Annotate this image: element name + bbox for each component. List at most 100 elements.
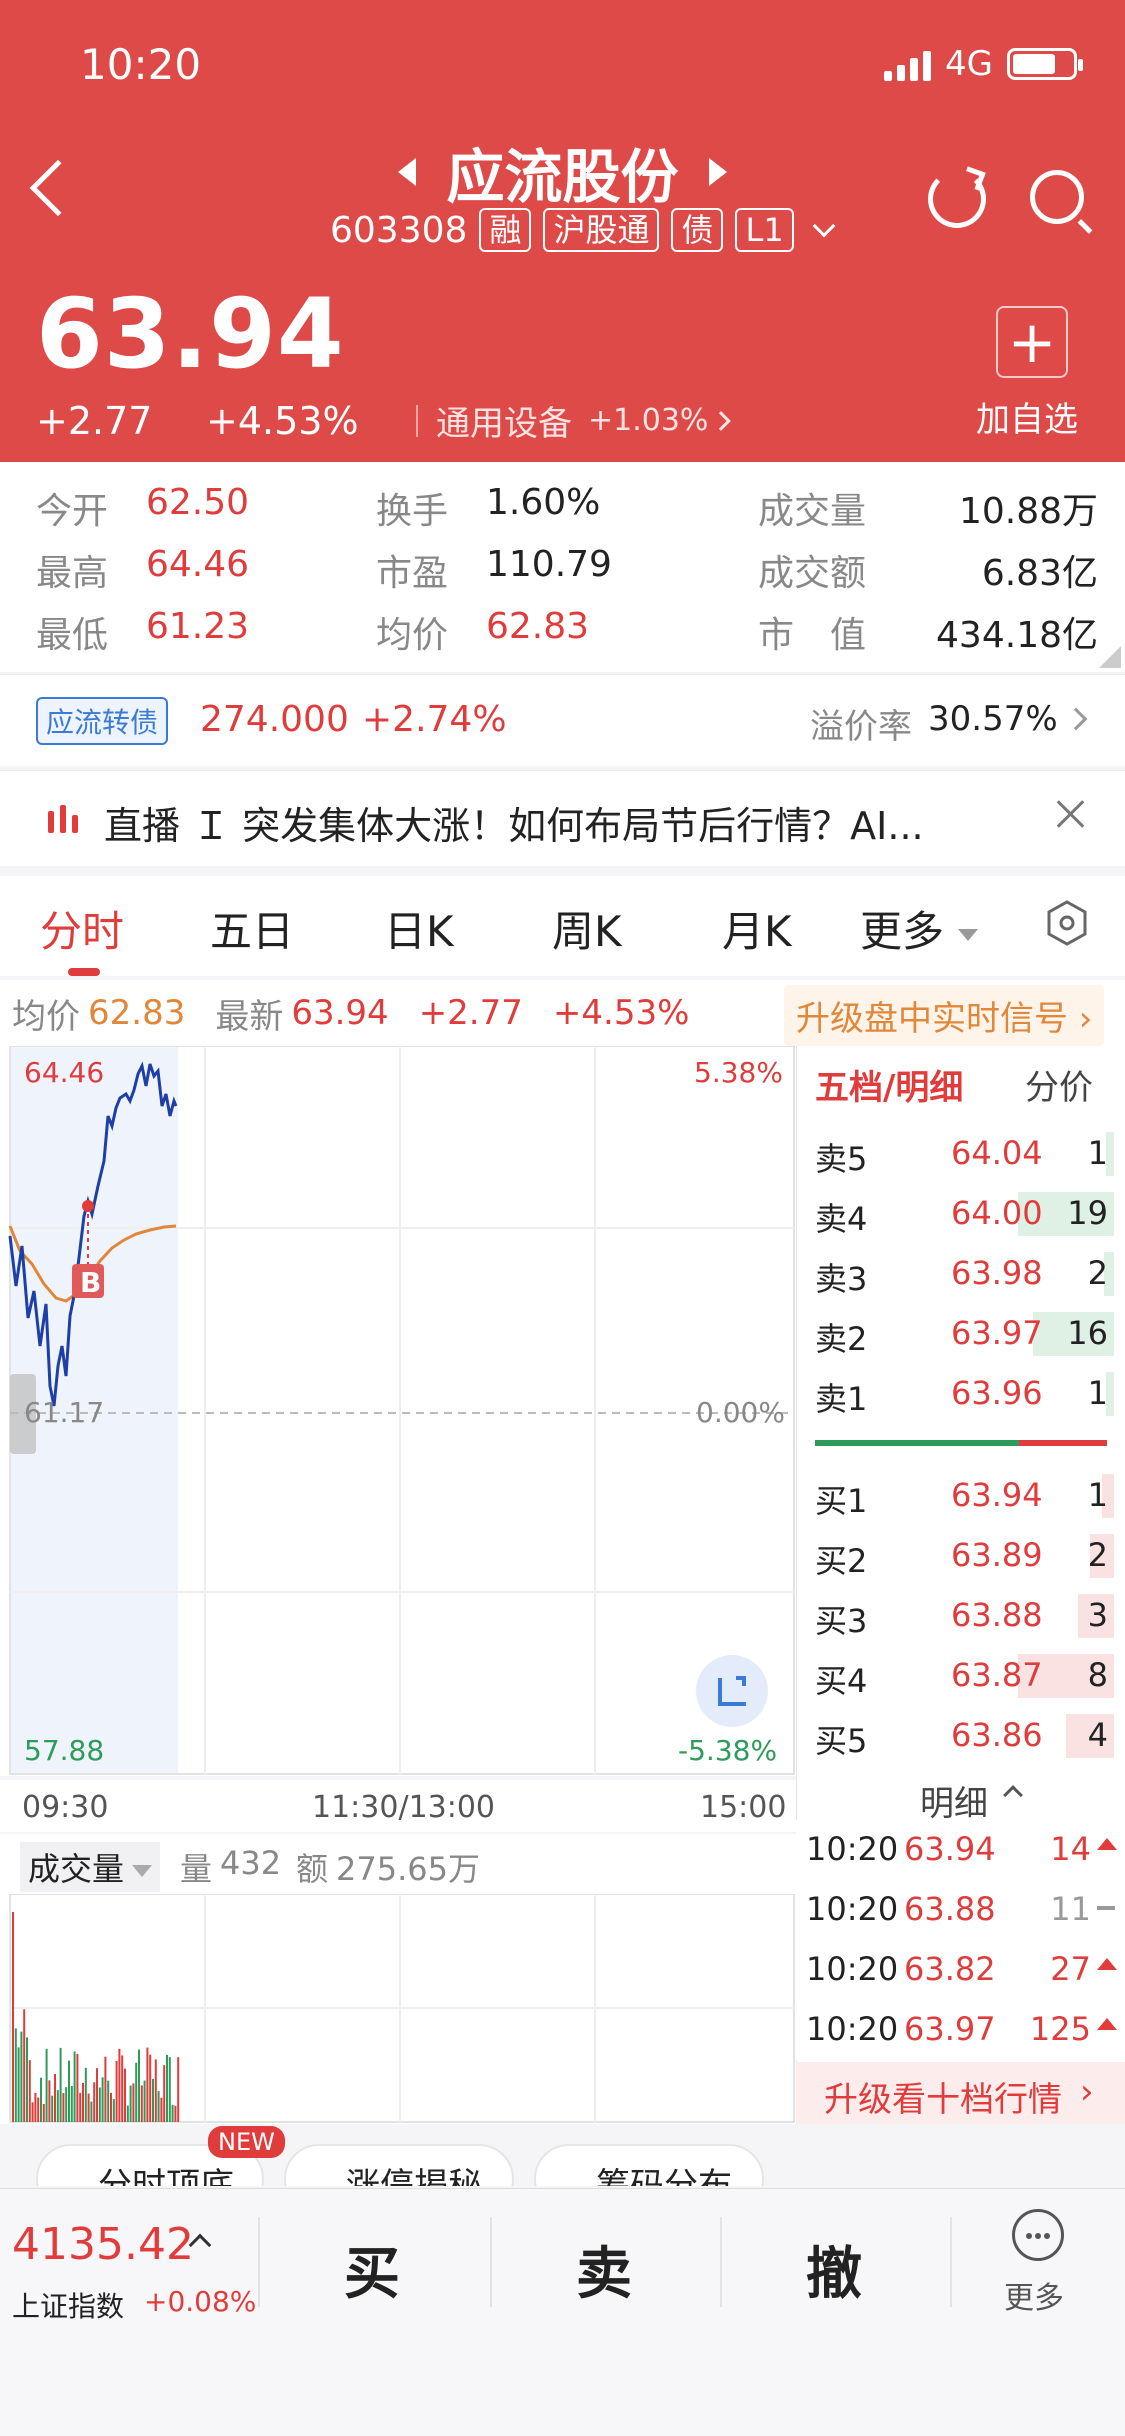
ask-row[interactable]: 卖4 64.00 19 [797,1184,1125,1240]
tab-daily-k[interactable]: 日K [384,898,454,959]
avg-value: 62.83 [88,993,186,1033]
chip-chip-distribution[interactable]: 筹码分布 [534,2144,764,2186]
expand-corner-icon[interactable] [1099,646,1121,668]
add-watchlist-button[interactable]: + [996,306,1068,378]
more-label[interactable]: 更多 [1004,2273,1064,2317]
volume-qty-label: 量 [180,1850,213,1888]
tab-intraday[interactable]: 分时 [40,898,124,959]
expand-chart-icon[interactable] [696,1654,768,1726]
chevron-down-icon[interactable] [812,214,835,238]
volume-bar [45,2048,48,2122]
trade-row: 10:20 63.97 125 [796,2000,1125,2056]
sector-pct[interactable]: +1.03% [588,403,708,438]
buy-button[interactable]: 买 [344,2229,400,2310]
chevron-right-icon[interactable] [1064,707,1088,731]
volume-bar [84,2067,87,2122]
detail-header[interactable]: 明细 [796,1770,1125,1824]
premium-label: 溢价率 [810,707,912,747]
chevron-right-icon[interactable] [711,410,732,431]
index-value[interactable]: 4135.42 [12,2219,194,2270]
bid-row[interactable]: 买4 63.87 8 [797,1646,1125,1702]
tag-bond: 债 [671,208,724,252]
time-axis: 09:30 11:30/13:00 15:00 [0,1780,796,1832]
ask-row[interactable]: 卖3 63.98 2 [797,1244,1125,1300]
bid-row[interactable]: 买3 63.88 3 [797,1586,1125,1642]
tab-more[interactable]: 更多 [860,898,979,959]
refresh-icon[interactable] [928,170,986,228]
volume-bar [129,2085,132,2122]
chip-limit-up[interactable]: 涨停揭秘 [284,2144,514,2186]
add-watchlist-label[interactable]: 加自选 [976,392,1078,441]
chart-pct-low: -5.38% [678,1734,778,1767]
bid-row[interactable]: 买5 63.86 4 [797,1706,1125,1762]
level-price: 63.98 [951,1254,1043,1292]
volume-bar [87,2093,90,2122]
level-label: 卖2 [815,1320,868,1358]
upgrade-ten-level-button[interactable]: 升级看十档行情 › [796,2062,1125,2124]
level-label: 卖5 [815,1140,868,1178]
volume-qty-value: 432 [220,1844,282,1882]
settings-icon[interactable] [1046,900,1088,946]
ask-row[interactable]: 卖1 63.96 1 [797,1364,1125,1420]
tag-margin: 融 [479,208,532,252]
volume-bar [68,2060,70,2122]
chart-low-label: 57.88 [24,1734,105,1767]
premium-value: 30.57% [928,699,1058,739]
sector-link[interactable]: 通用设备 [436,396,572,445]
price-change: +2.77 [36,398,153,443]
tab-monthly-k[interactable]: 月K [722,898,792,959]
quote-stats[interactable]: 今开 62.50 最高 64.46 最低 61.23 换手 1.60% 市盈 110.79… [0,462,1125,672]
trade-time: 10:20 [806,1830,899,1868]
change-row: +2.77 +4.53% 通用设备 +1.03% [36,396,732,445]
convertible-bond-row[interactable]: 应流转债 274.000 +2.74% 溢价率 30.57% [0,674,1125,766]
volume-bar [96,2068,98,2122]
ask-row[interactable]: 卖5 64.04 1 [797,1124,1125,1180]
next-stock-icon[interactable] [708,158,727,186]
close-icon[interactable] [1054,796,1088,830]
volume-bar [154,2059,157,2122]
volume-bar [51,2095,54,2122]
time-close: 15:00 [700,1790,787,1825]
ask-row[interactable]: 卖2 63.97 16 [797,1304,1125,1360]
live-text[interactable]: 直播 Ｉ 突发集体大涨！如何布局节后行情？AI... [104,795,924,850]
bid-row[interactable]: 买1 63.94 1 [797,1466,1125,1522]
level-price: 63.94 [951,1476,1043,1514]
volume-bar [42,2103,45,2122]
level-label: 卖4 [815,1200,868,1238]
stat-high: 最高 64.46 [36,544,250,594]
bond-price: 274.000 [200,699,349,740]
more-icon[interactable] [1012,2209,1064,2261]
stock-code-row[interactable]: 603308 融 沪股通 债 L1 [330,208,835,252]
tag-level: L1 [735,208,794,252]
sell-button[interactable]: 卖 [576,2229,632,2310]
latest-value: 63.94 [291,993,389,1033]
new-badge: NEW [208,2126,285,2158]
level-price: 63.89 [951,1536,1043,1574]
trade-row: 10:20 63.88 11 [796,1880,1125,1936]
live-bars-icon [48,805,78,833]
level-qty: 16 [1067,1314,1108,1352]
book-tab-five[interactable]: 五档/明细 [815,1060,963,1109]
upgrade-signal-button[interactable]: 升级盘中实时信号 › [784,985,1105,1046]
volume-bar [23,2009,26,2122]
prev-stock-icon[interactable] [398,158,417,186]
buy-sell-ratio-bar [815,1440,1107,1446]
tab-five-day[interactable]: 五日 [210,898,294,959]
volume-bar [157,2091,160,2122]
book-tab-price[interactable]: 分价 [1025,1060,1093,1109]
level-qty: 2 [1087,1536,1108,1574]
intraday-chart[interactable]: 64.46 5.38% 61.17 0.00% 57.88 -5.38% B [0,1046,796,1776]
live-banner[interactable]: 直播 Ｉ 突发集体大涨！如何布局节后行情？AI... [0,770,1125,866]
search-icon[interactable] [1030,170,1084,224]
volume-chart[interactable] [0,1893,796,2124]
chart-mid-label: 61.17 [24,1396,105,1429]
volume-bar [90,2101,93,2122]
volume-bar [73,2051,76,2122]
bid-row[interactable]: 买2 63.89 2 [797,1526,1125,1582]
volume-selector[interactable]: 成交量 [20,1842,161,1892]
cancel-order-button[interactable]: 撤 [806,2229,862,2310]
level-qty: 4 [1087,1716,1108,1754]
volume-bar [76,2053,79,2122]
volume-header: 成交量 量 432 额 275.65万 [0,1834,796,1894]
tab-weekly-k[interactable]: 周K [552,898,622,959]
